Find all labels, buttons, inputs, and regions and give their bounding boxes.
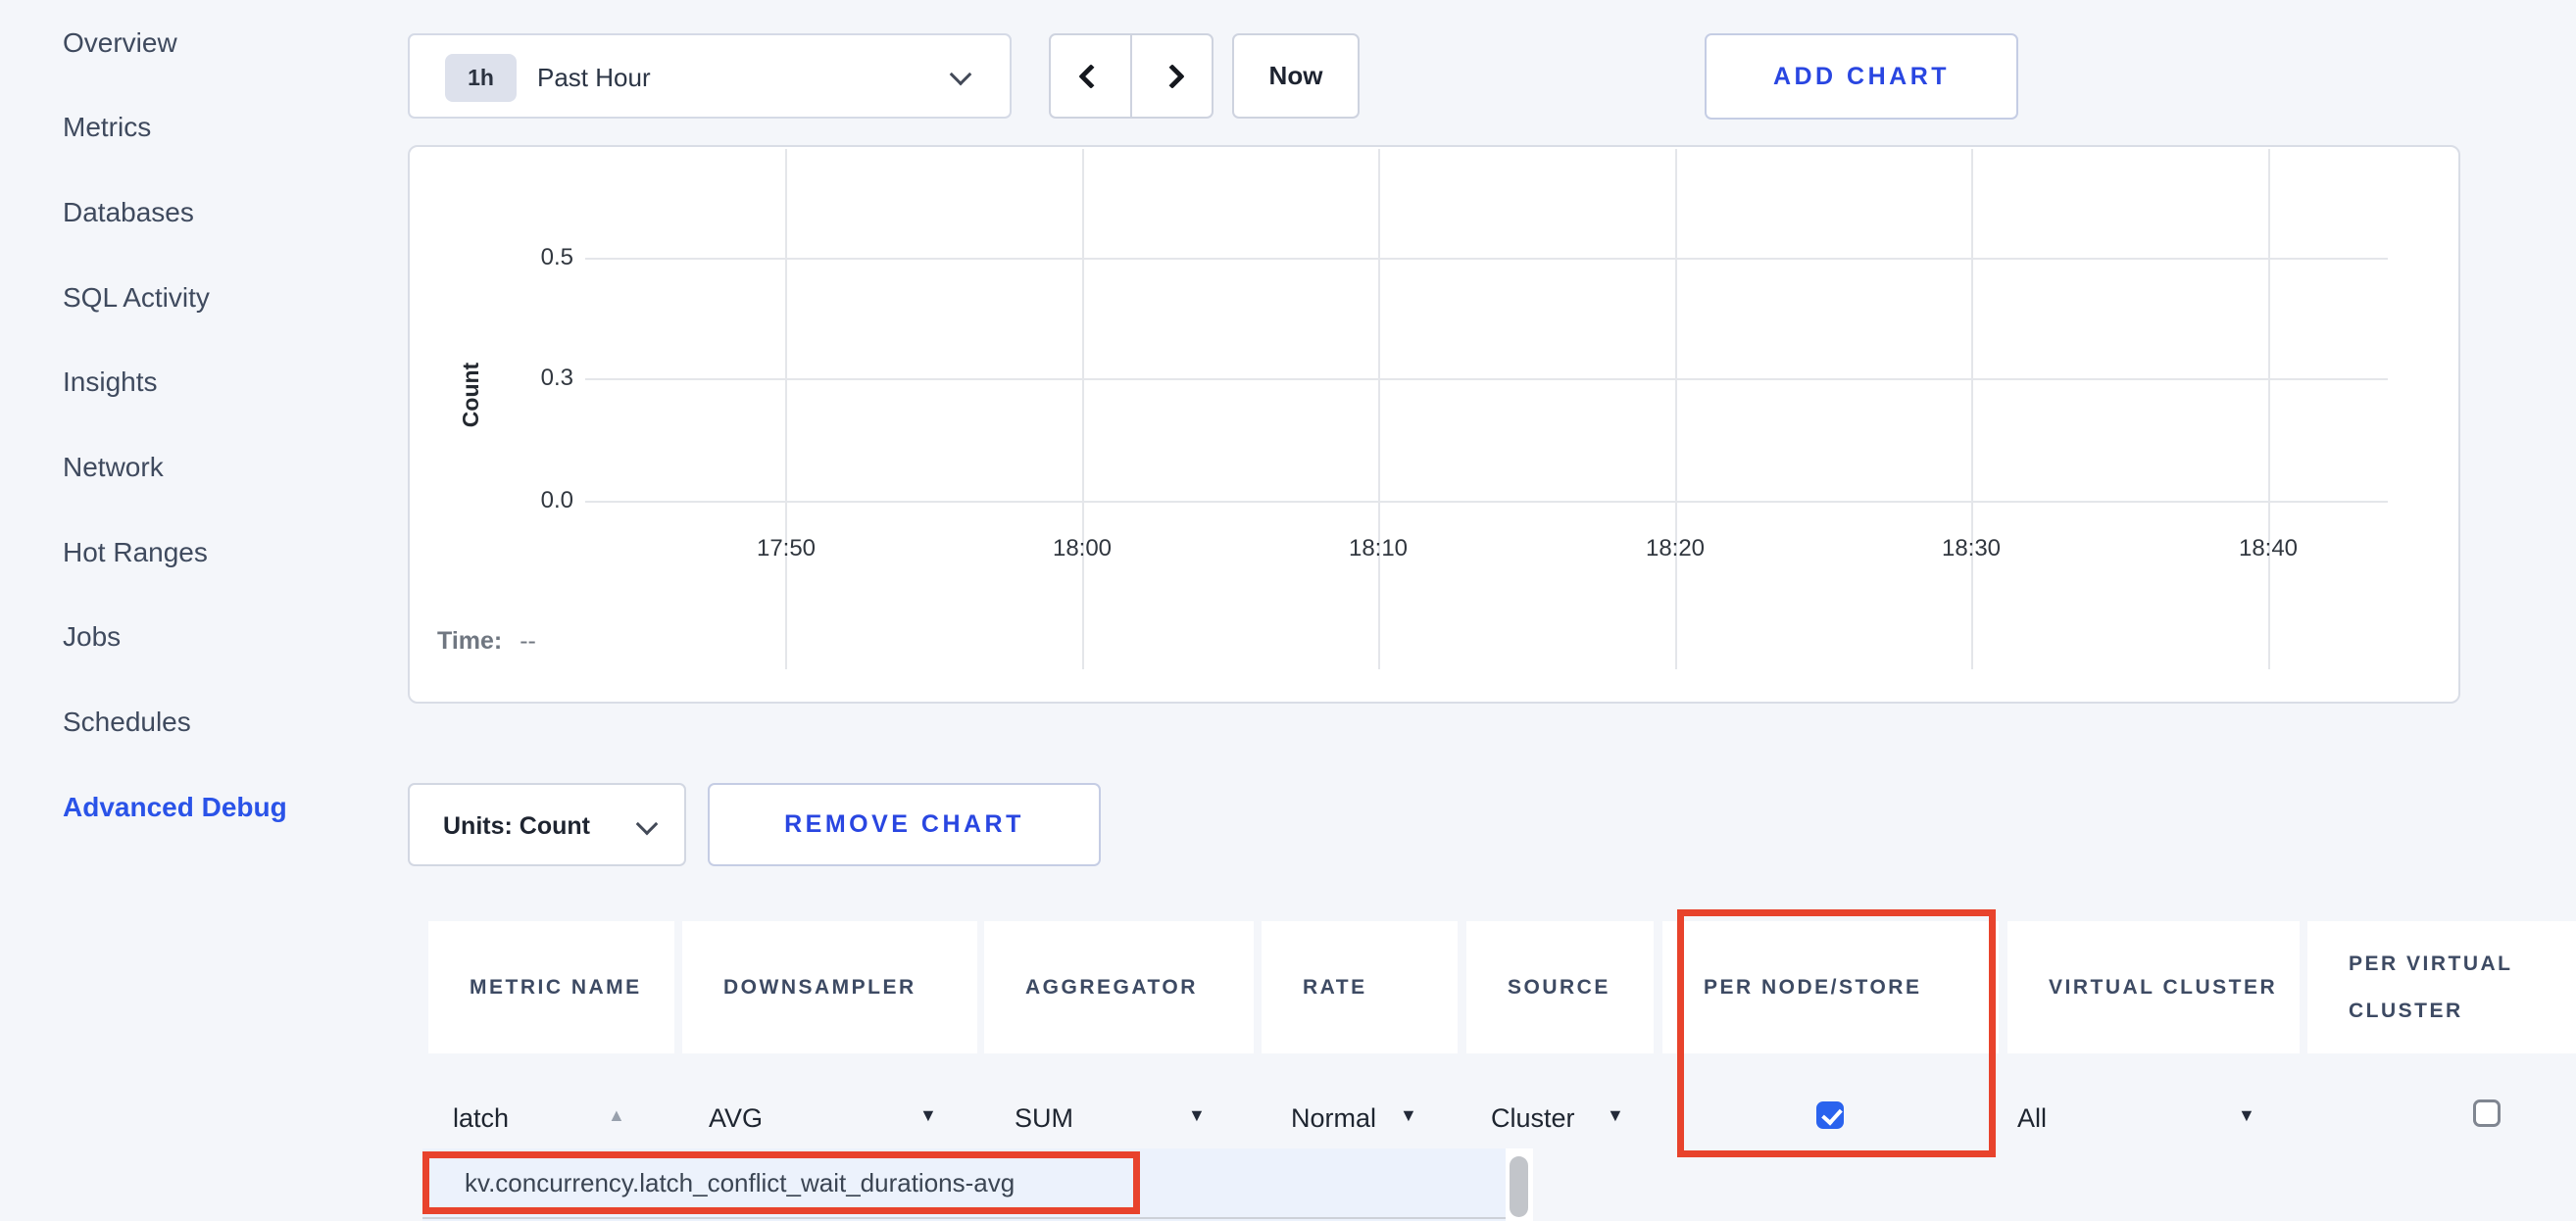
y-axis-label: Count <box>458 336 483 454</box>
gridline <box>585 378 2388 380</box>
y-tick-label: 0.3 <box>487 365 573 394</box>
chevron-left-icon <box>1078 64 1103 88</box>
rate-select-value[interactable]: Normal <box>1291 1100 1376 1136</box>
sidebar: Overview Metrics Databases SQL Activity … <box>0 0 408 1221</box>
units-selector[interactable]: Units: Count <box>408 783 686 866</box>
chevron-down-icon[interactable]: ▼ <box>1400 1105 1417 1126</box>
per-node-store-checkbox[interactable] <box>1816 1101 1844 1129</box>
suggestion-divider <box>422 1217 1533 1219</box>
advanced-debug-custom-chart-page: Overview Metrics Databases SQL Activity … <box>0 0 2576 1221</box>
y-tick-label: 0.0 <box>487 487 573 516</box>
header-cell-aggregator: AGGREGATOR <box>984 921 1254 1053</box>
time-range-label: Past Hour <box>537 35 651 121</box>
header-cell-source: SOURCE <box>1466 921 1654 1053</box>
suggestion-scrollbar-thumb[interactable] <box>1510 1156 1528 1217</box>
chevron-right-icon <box>1160 64 1184 88</box>
now-button[interactable]: Now <box>1232 33 1360 119</box>
hover-time-caption: Time: -- <box>437 627 536 656</box>
chevron-down-icon[interactable]: ▼ <box>2238 1105 2255 1126</box>
header-cell-metric-name: METRIC NAME <box>428 921 674 1053</box>
downsampler-select-value[interactable]: AVG <box>709 1100 763 1136</box>
chevron-down-icon <box>636 813 659 836</box>
virtual-cluster-select-value[interactable]: All <box>2017 1100 2047 1136</box>
header-cell-per-virtual-cluster: PER VIRTUAL CLUSTER <box>2307 921 2576 1053</box>
sidebar-item-network[interactable]: Network <box>63 446 357 489</box>
sidebar-item-schedules[interactable]: Schedules <box>63 701 357 744</box>
x-tick-label: 17:50 <box>718 535 855 562</box>
next-range-button[interactable] <box>1132 35 1212 117</box>
remove-chart-button[interactable]: REMOVE CHART <box>708 783 1101 866</box>
x-tick-label: 18:10 <box>1310 535 1447 562</box>
metric-name-input[interactable] <box>453 1099 600 1138</box>
sort-open-icon[interactable]: ▲ <box>608 1105 625 1126</box>
source-select-value[interactable]: Cluster <box>1491 1100 1575 1136</box>
sidebar-item-overview[interactable]: Overview <box>63 22 357 65</box>
sidebar-item-sql-activity[interactable]: SQL Activity <box>63 276 357 319</box>
header-cell-virtual-cluster: VIRTUAL CLUSTER <box>2007 921 2300 1053</box>
time-range-badge: 1h <box>445 54 517 102</box>
sidebar-item-insights[interactable]: Insights <box>63 361 357 404</box>
metric-suggestion-list: kv.concurrency.latch_conflict_wait_durat… <box>422 1148 1506 1221</box>
hover-time-label: Time: <box>437 627 502 655</box>
add-chart-button[interactable]: ADD CHART <box>1705 33 2018 120</box>
time-range-pager <box>1049 33 1214 119</box>
metric-suggestion-item[interactable]: kv.concurrency.latch_conflict_wait_durat… <box>465 1148 1015 1217</box>
units-selector-label: Units: Count <box>443 785 590 868</box>
sidebar-item-databases[interactable]: Databases <box>63 191 357 234</box>
chevron-down-icon[interactable]: ▼ <box>1188 1105 1206 1126</box>
aggregator-select-value[interactable]: SUM <box>1015 1100 1073 1136</box>
x-tick-label: 18:00 <box>1014 535 1151 562</box>
chart-card: Count 0.5 0.3 0.0 17:50 18:00 18:10 18:2… <box>408 145 2460 704</box>
chevron-down-icon <box>950 64 972 86</box>
gridline <box>585 258 2388 260</box>
header-cell-rate: RATE <box>1262 921 1458 1053</box>
sidebar-item-advanced-debug[interactable]: Advanced Debug <box>63 786 357 829</box>
gridline <box>1971 149 1973 669</box>
gridline <box>2268 149 2270 669</box>
sidebar-item-jobs[interactable]: Jobs <box>63 615 357 659</box>
header-cell-per-node-store: PER NODE/STORE <box>1662 921 1999 1053</box>
header-cell-downsampler: DOWNSAMPLER <box>682 921 977 1053</box>
y-tick-label: 0.5 <box>487 244 573 273</box>
gridline <box>1082 149 1084 669</box>
time-range-selector[interactable]: 1h Past Hour <box>408 33 1012 119</box>
gridline <box>1675 149 1677 669</box>
per-virtual-cluster-checkbox[interactable] <box>2473 1099 2501 1127</box>
chevron-down-icon[interactable]: ▼ <box>1607 1105 1624 1126</box>
chevron-down-icon[interactable]: ▼ <box>919 1105 937 1126</box>
gridline <box>785 149 787 669</box>
x-tick-label: 18:20 <box>1607 535 1744 562</box>
x-tick-label: 18:30 <box>1903 535 2040 562</box>
sidebar-item-metrics[interactable]: Metrics <box>63 106 357 149</box>
prev-range-button[interactable] <box>1051 35 1132 117</box>
sidebar-item-hot-ranges[interactable]: Hot Ranges <box>63 531 357 574</box>
hover-time-value: -- <box>520 627 536 655</box>
gridline <box>585 501 2388 503</box>
gridline <box>1378 149 1380 669</box>
x-tick-label: 18:40 <box>2200 535 2337 562</box>
